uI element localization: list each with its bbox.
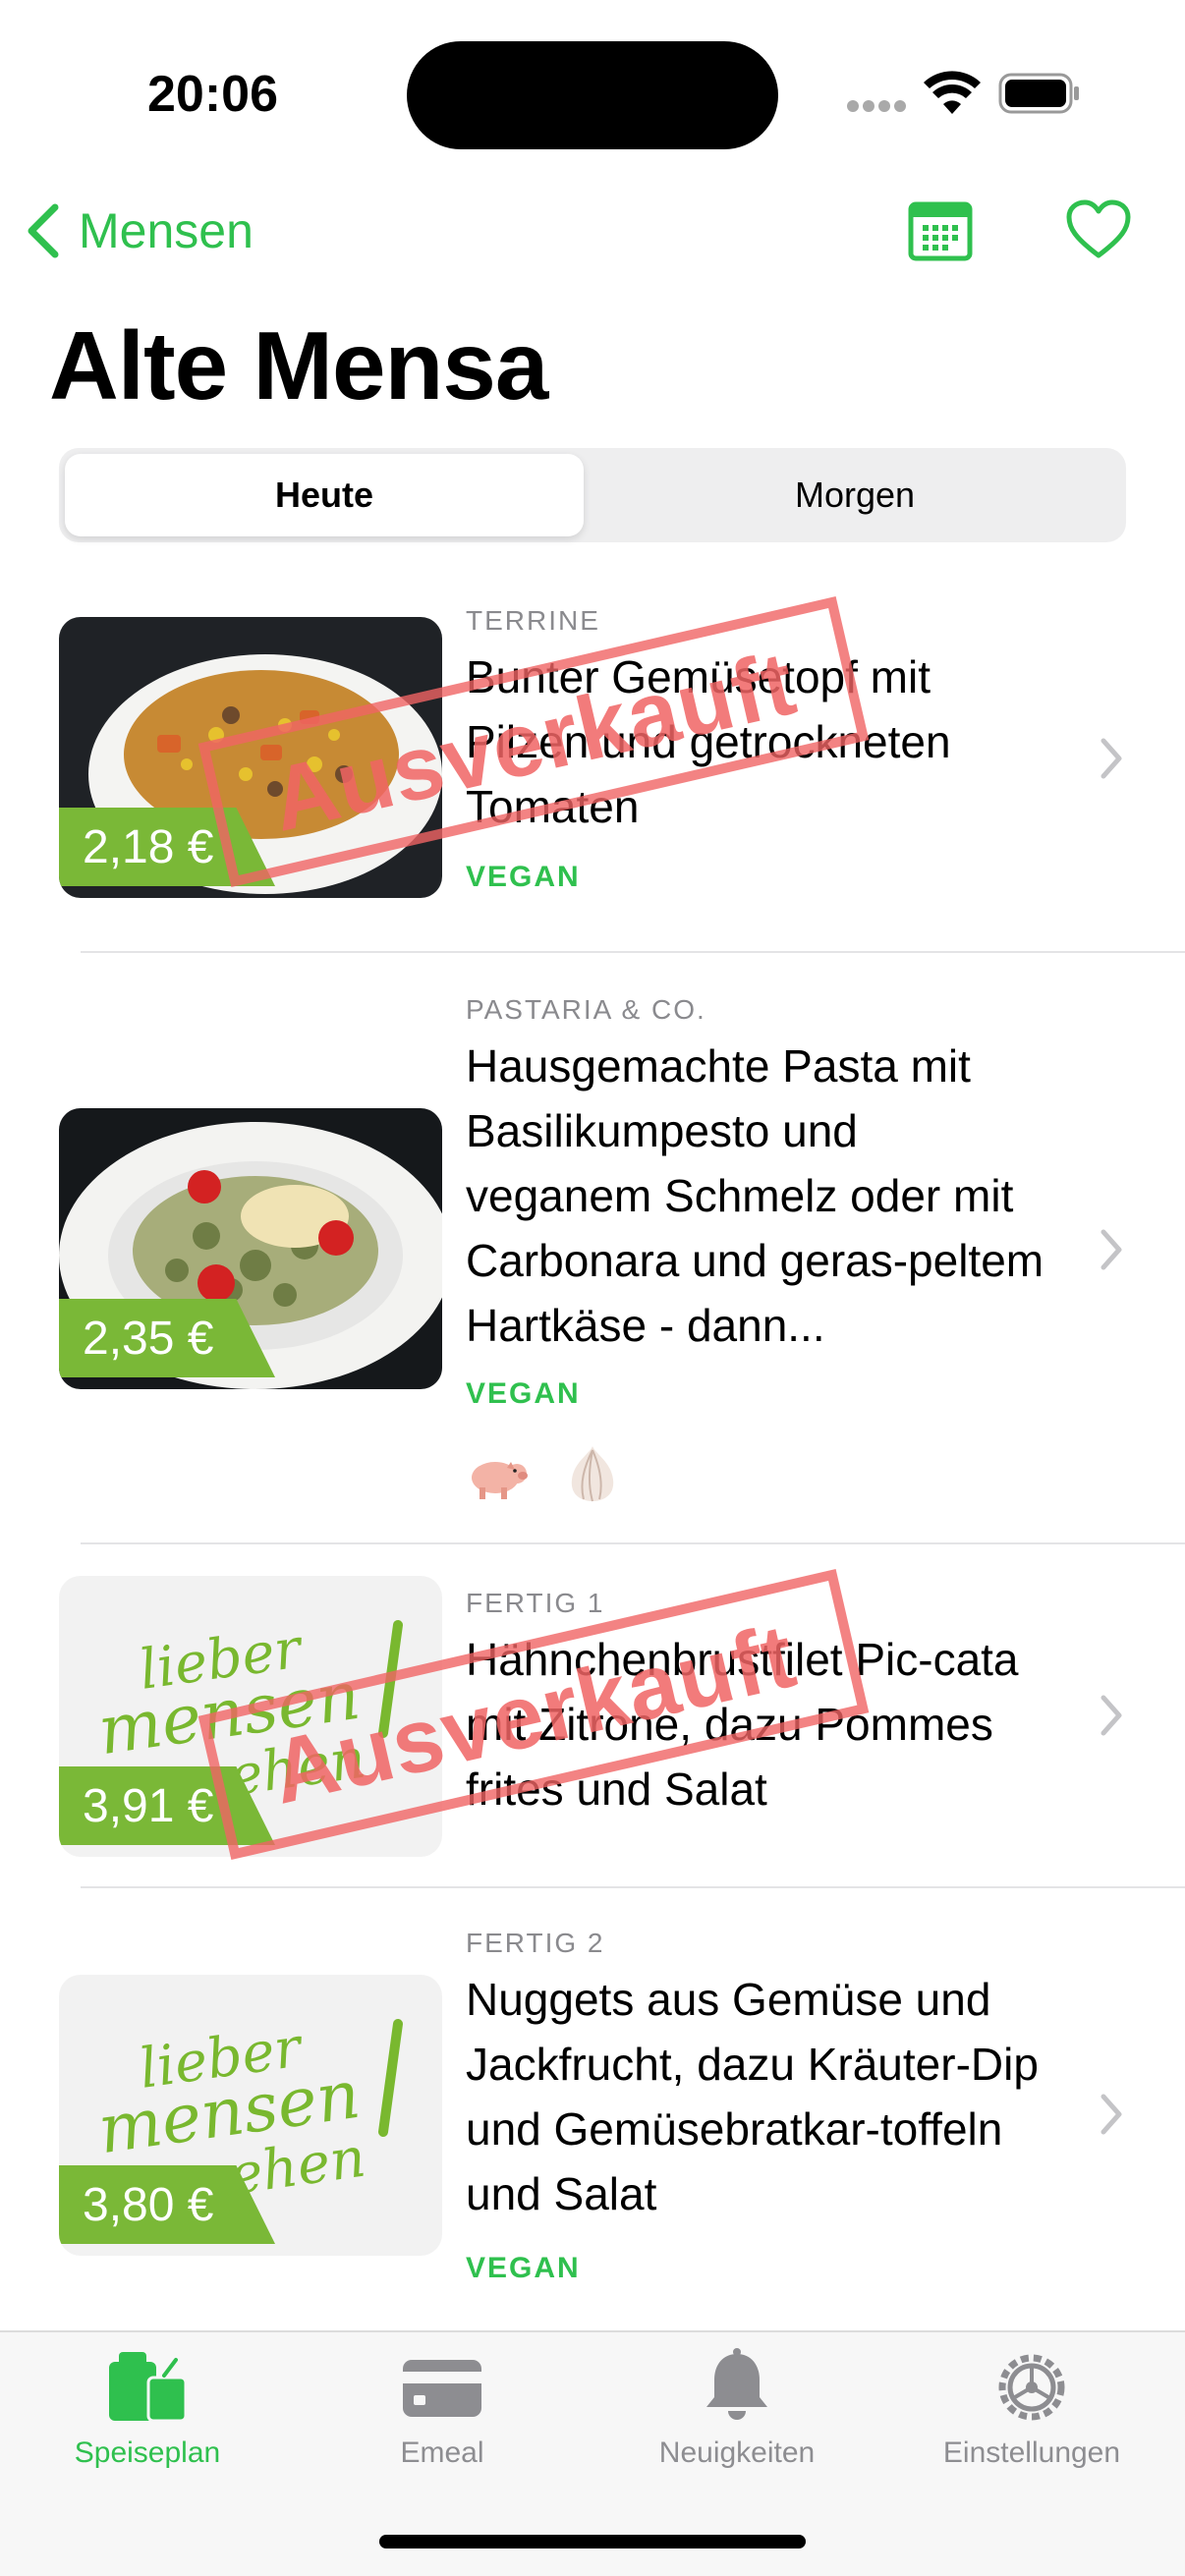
battery-icon [998,73,1079,114]
tab-label: Speiseplan [74,2436,221,2469]
status-bar: 20:06 [0,0,1185,177]
vegan-badge: VEGAN [466,1377,581,1410]
chevron-right-icon [1100,738,1122,779]
dynamic-island [407,41,778,149]
meal-category: TERRINE [466,605,600,636]
list-item[interactable]: lieber mensen gehen 3,91 € FERTIG 1 Hähn… [0,1544,1185,1886]
tab-label: Emeal [400,2436,484,2469]
meal-image: lieber mensen gehen 3,80 € [59,1975,442,2256]
meal-image: 2,35 € [59,1108,442,1389]
calendar-icon[interactable] [908,200,973,261]
segment-tomorrow[interactable]: Morgen [590,454,1120,536]
tab-einstellungen[interactable]: Einstellungen [884,2348,1179,2495]
back-button[interactable]: Mensen [22,196,254,265]
vegan-badge: VEGAN [466,861,581,893]
chevron-right-icon [1100,2094,1122,2135]
segment-today[interactable]: Heute [65,454,584,536]
list-item[interactable]: 2,18 € TERRINE Bunter Gemüsetopf mit Pil… [0,580,1185,951]
status-time: 20:06 [147,66,278,123]
meal-category: PASTARIA & CO. [466,994,706,1025]
card-icon [403,2360,481,2417]
food-bag-icon [109,2352,188,2423]
garlic-icon [571,1446,614,1502]
meal-category: FERTIG 2 [466,1928,605,1958]
meal-category: FERTIG 1 [466,1588,605,1618]
chevron-right-icon [1100,1229,1122,1270]
list-item[interactable]: lieber mensen gehen 3,80 € FERTIG 2 Nugg… [0,1888,1185,2330]
wifi-icon [924,71,981,114]
chevron-right-icon [1100,1695,1122,1736]
allergen-icons [466,1440,625,1505]
chevron-left-icon [28,203,59,258]
tab-label: Neuigkeiten [658,2436,816,2469]
vegan-badge: VEGAN [466,2252,581,2284]
day-segmented-control: Heute Morgen [59,448,1126,542]
tab-emeal[interactable]: Emeal [295,2348,590,2495]
list-item[interactable]: 2,35 € PASTARIA & CO. Hausgemachte Pasta… [0,953,1185,1542]
home-indicator [379,2535,806,2548]
meal-title: Hausgemachte Pasta mit Basilikumpesto un… [466,1040,1044,1351]
page-title: Alte Mensa [49,311,548,420]
bell-icon [706,2348,767,2420]
back-button-label: Mensen [79,203,254,258]
tab-speiseplan[interactable]: Speiseplan [0,2348,295,2495]
meal-title: Nuggets aus Gemüse und Jackfrucht, dazu … [466,1974,1039,2219]
tab-label: Einstellungen [942,2436,1121,2469]
cellular-signal-icon [847,100,908,114]
pig-icon [472,1462,528,1499]
heart-icon[interactable] [1065,198,1132,261]
gear-icon [998,2354,1065,2421]
tab-neuigkeiten[interactable]: Neuigkeiten [590,2348,884,2495]
